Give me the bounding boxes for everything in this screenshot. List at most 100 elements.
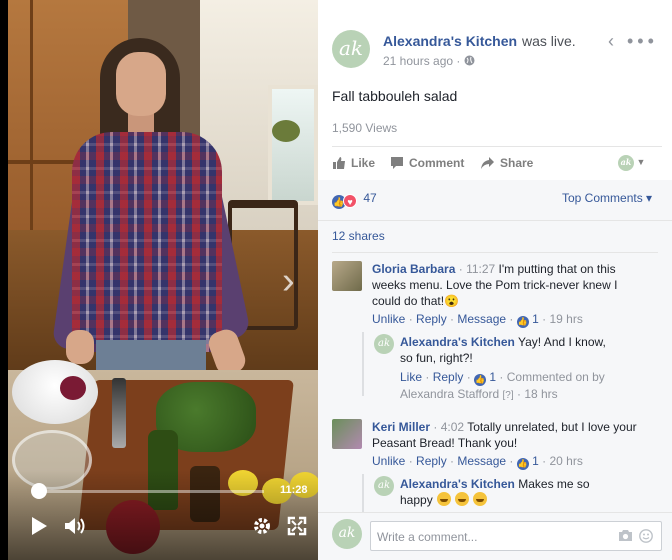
separator: · [446,312,458,326]
reply-author[interactable]: Alexandra's Kitchen [400,335,515,349]
share-button[interactable]: Share [480,156,533,170]
emoji-icon[interactable] [639,529,653,546]
post-time-link[interactable]: 21 hours ago [383,54,453,68]
reply-thread-line [362,474,364,514]
separator: · [463,370,475,384]
comment-body-l2: weeks menu. Love the Pom trick-never kne… [372,278,618,292]
separator: · [538,312,550,326]
smiley-emoji-icon [436,492,451,506]
message-link[interactable]: Message [457,312,506,326]
video-timecode: 11:28 [280,484,308,496]
scene-window [268,85,318,205]
reply-actions: Like · Reply · 👍 1 · Commented on by Ale… [400,369,662,404]
commenter-avatar[interactable] [332,261,362,291]
reply-link[interactable]: Reply [416,454,447,468]
like-label: Like [351,156,376,170]
comment-body-l1: Totally unrelated, but I love your [467,420,637,434]
reply-link[interactable]: Reply [416,312,447,326]
separator: · [506,312,517,326]
page-avatar[interactable]: ak [332,30,370,68]
like-count[interactable]: 1 [532,454,539,468]
reply-body-l1: Yay! And I know, [518,335,606,349]
play-icon[interactable] [30,516,48,541]
comment-timestamp[interactable]: 11:27 [466,262,495,276]
next-video-chevron-icon[interactable]: › [282,262,295,300]
progress-scrubber-handle[interactable] [30,483,47,499]
page-name-link[interactable]: Alexandra's Kitchen [383,33,517,49]
chevron-down-icon: ▼ [634,157,646,167]
reply-avatar[interactable]: ak [374,476,394,496]
facebook-live-post-viewer: › 11:28 ak Alexandra's Kitchen was live.… [0,0,672,560]
commenter-name[interactable]: Gloria Barbara [372,262,455,276]
share-arrow-icon [481,157,494,169]
comment-sort-dropdown[interactable]: Top Comments ▾ [562,191,652,205]
reply-text: Alexandra's Kitchen Yay! And I know, so … [400,334,662,366]
comment-text: Keri Miller · 4:02 Totally unrelated, bu… [372,419,662,451]
unlike-link[interactable]: Unlike [372,454,405,468]
comment-bubble-icon [391,157,403,169]
comment-timestamp[interactable]: 4:02 [441,420,464,434]
commenter-avatar[interactable] [332,419,362,449]
fullscreen-icon[interactable] [287,516,307,541]
like-count-icon: 👍 [516,458,529,470]
video-letterbox [0,0,8,560]
controls-gradient [8,470,318,560]
page-avatar-mini: ak [618,155,634,171]
comment-button[interactable]: Comment [390,156,464,170]
share-label: Share [500,156,534,170]
love-reaction-icon: ♥ [343,194,357,208]
scene-red-onion [60,376,86,400]
smiley-emoji-icon [454,492,469,506]
separator: · [405,312,417,326]
view-count: 1,590 Views [332,121,398,135]
post-actions-bar: Like Comment Share ak ▼ [332,146,662,180]
like-count[interactable]: 1 [532,312,539,326]
reply-body-l2: so fun, right?! [400,351,473,365]
comment-text: Gloria Barbara · 11:27 I'm putting that … [372,261,662,309]
commented-on-by-note: Commented on by [506,370,605,384]
reaction-count: 47 [363,191,377,205]
reply-age[interactable]: 18 hrs [524,387,557,401]
scene-cabinet-line [30,0,33,250]
separator: · [496,370,507,384]
camera-icon[interactable] [618,529,633,545]
comment-label: Comment [409,156,465,170]
meta-separator: · [456,54,464,68]
comment-actions: Unlike · Reply · Message · 👍 1 · 20 hrs [372,454,583,470]
commenter-name[interactable]: Keri Miller [372,420,430,434]
settings-gear-icon[interactable] [252,516,272,541]
separator: · [513,387,525,401]
unlike-link[interactable]: Unlike [372,312,405,326]
reply-link[interactable]: Reply [433,370,464,384]
smiley-emoji-icon [472,492,487,506]
message-link[interactable]: Message [457,454,506,468]
scene-plaid-shirt [72,132,222,352]
reply-author[interactable]: Alexandra's Kitchen [400,477,515,491]
thumbs-up-icon [333,157,345,169]
reply-body-l2: happy [400,493,433,507]
post-as-selector[interactable]: ak ▼ [618,154,645,171]
comment-age[interactable]: 20 hrs [549,454,582,468]
comment-actions: Unlike · Reply · Message · 👍 1 · 19 hrs [372,312,583,328]
commented-by-name[interactable]: Alexandra Stafford [400,387,499,401]
separator: · [422,370,433,384]
video-player[interactable]: › 11:28 [0,0,318,560]
status-text: was live. [522,33,576,49]
reply-text: Alexandra's Kitchen Makes me so happy [400,476,662,508]
comment-input[interactable]: Write a comment... [370,521,662,551]
shares-link[interactable]: 12 shares [318,220,672,251]
like-count-icon: 👍 [516,316,529,328]
like-count-icon: 👍 [474,374,487,386]
reaction-summary[interactable]: 👍 ♥ 47 [332,191,377,209]
like-link[interactable]: Like [400,370,422,384]
help-mark[interactable]: [?] [503,390,514,401]
comment-body-l1: I'm putting that on this [498,262,616,276]
video-progress-bar[interactable] [34,490,264,493]
post-options-menu[interactable]: ‹ ••• [608,31,658,52]
volume-icon[interactable] [64,517,88,540]
reply-avatar[interactable]: ak [374,334,394,354]
comment-body-l3: could do that!😮 [372,294,459,308]
comment-age[interactable]: 19 hrs [549,312,582,326]
scene-face [116,52,166,116]
like-button[interactable]: Like [332,156,375,170]
